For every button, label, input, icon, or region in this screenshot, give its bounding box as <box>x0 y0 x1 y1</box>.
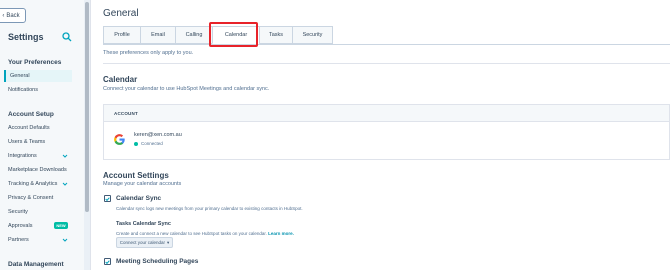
google-icon <box>114 134 125 145</box>
check-icon <box>105 196 110 201</box>
section-data-management: Data Management <box>8 261 64 268</box>
tab-security[interactable]: Security <box>292 26 333 44</box>
section-account-setup: Account Setup <box>8 111 54 118</box>
sidebar-item-notifications[interactable]: Notifications <box>8 84 72 96</box>
account-settings-title: Account Settings <box>103 171 169 180</box>
meeting-scheduling-pages-checkbox[interactable] <box>104 258 111 265</box>
tasks-sync-description: Create and connect a new calendar to see… <box>116 231 294 236</box>
back-button[interactable]: ‹ Back <box>0 8 26 23</box>
calendar-sync-checkbox[interactable] <box>104 195 111 202</box>
meeting-scheduling-pages-label: Meeting Scheduling Pages <box>116 258 199 265</box>
sidebar-scroll-thumb[interactable] <box>85 2 89 212</box>
sidebar-item-privacy-consent[interactable]: Privacy & Consent <box>8 192 72 204</box>
section-your-preferences: Your Preferences <box>8 59 62 66</box>
calendar-section-title: Calendar <box>103 75 138 84</box>
sidebar-item-security[interactable]: Security <box>8 206 72 218</box>
sidebar-item-account-defaults[interactable]: Account Defaults <box>8 122 72 134</box>
calendar-account-table: ACCOUNT keren@xen.com.au Connected <box>103 104 670 160</box>
tab-profile[interactable]: Profile <box>103 26 140 44</box>
new-badge: NEW <box>54 222 68 229</box>
sidebar-item-integrations[interactable]: Integrations <box>8 150 72 162</box>
search-icon[interactable] <box>62 32 72 42</box>
sidebar-item-marketplace-downloads[interactable]: Marketplace Downloads <box>8 164 72 176</box>
tab-calling[interactable]: Calling <box>175 26 212 44</box>
calendar-sync-description: Calendar sync logs new meetings from you… <box>116 206 303 211</box>
back-label: Back <box>6 12 20 19</box>
main-content: General Profile Email Calling Calendar T… <box>91 0 670 270</box>
chevron-down-icon <box>62 238 68 242</box>
chevron-down-icon <box>62 154 68 158</box>
tab-calendar[interactable]: Calendar <box>212 26 259 44</box>
tasks-calendar-sync-label: Tasks Calendar Sync <box>116 221 171 227</box>
preferences-note: These preferences only apply to you. <box>103 50 194 56</box>
sidebar-title: Settings <box>8 32 44 42</box>
tab-divider <box>103 44 670 45</box>
sidebar-item-partners[interactable]: Partners <box>8 234 72 246</box>
settings-sidebar: ‹ Back Settings Your Preferences General… <box>0 0 91 270</box>
tab-tasks[interactable]: Tasks <box>259 26 292 44</box>
connect-calendar-button[interactable]: Connect your calendar ▾ <box>116 237 173 248</box>
calendar-sync-label: Calendar Sync <box>116 195 162 202</box>
section-divider <box>103 63 670 64</box>
calendar-section-subtitle: Connect your calendar to use HubSpot Mee… <box>103 86 270 92</box>
account-status: Connected <box>134 141 163 146</box>
account-settings-subtitle: Manage your calendar accounts <box>103 181 182 187</box>
tab-email[interactable]: Email <box>140 26 175 44</box>
connected-status-dot <box>134 141 138 146</box>
sidebar-item-general[interactable]: General <box>4 70 72 82</box>
check-icon <box>105 259 110 264</box>
account-email: keren@xen.com.au <box>134 132 182 138</box>
sidebar-item-tracking-analytics[interactable]: Tracking & Analytics <box>8 178 72 190</box>
sidebar-item-users-teams[interactable]: Users & Teams <box>8 136 72 148</box>
chevron-down-icon <box>62 182 68 186</box>
caret-down-icon: ▾ <box>167 239 170 245</box>
account-column-header: ACCOUNT <box>104 105 669 122</box>
settings-tabs: Profile Email Calling Calendar Tasks Sec… <box>103 26 333 44</box>
page-title: General <box>103 8 139 19</box>
learn-more-link[interactable]: Learn more. <box>268 231 294 236</box>
chevron-left-icon: ‹ <box>2 12 5 19</box>
